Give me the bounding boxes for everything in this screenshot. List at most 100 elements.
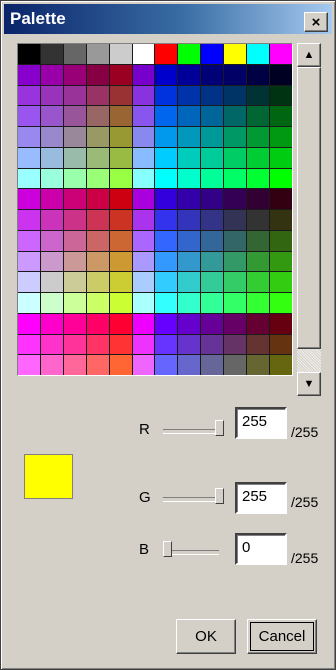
color-swatch[interactable] [132, 334, 155, 355]
color-swatch[interactable] [86, 85, 109, 106]
color-swatch[interactable] [270, 355, 292, 375]
scroll-thumb[interactable] [297, 67, 321, 349]
color-swatch[interactable] [109, 272, 132, 292]
scroll-up-button[interactable]: ▲ [297, 43, 321, 67]
color-swatch[interactable] [86, 230, 109, 251]
color-swatch[interactable] [201, 272, 224, 292]
color-swatch[interactable] [155, 272, 178, 292]
color-swatch[interactable] [247, 44, 270, 64]
color-swatch[interactable] [132, 147, 155, 168]
color-swatch[interactable] [18, 106, 40, 126]
color-swatch[interactable] [18, 293, 40, 313]
color-swatch[interactable] [178, 293, 201, 313]
color-swatch[interactable] [109, 230, 132, 251]
color-swatch[interactable] [132, 106, 155, 126]
color-swatch[interactable] [40, 64, 63, 85]
color-swatch[interactable] [40, 313, 63, 334]
color-swatch[interactable] [63, 127, 86, 147]
color-swatch[interactable] [18, 127, 40, 147]
color-swatch[interactable] [86, 355, 109, 375]
blue-slider-thumb[interactable] [163, 541, 172, 557]
color-swatch[interactable] [178, 44, 201, 64]
color-swatch[interactable] [247, 293, 270, 313]
color-swatch[interactable] [132, 85, 155, 106]
color-swatch[interactable] [18, 168, 40, 189]
color-swatch[interactable] [247, 168, 270, 189]
color-swatch[interactable] [132, 127, 155, 147]
color-swatch[interactable] [270, 313, 292, 334]
color-swatch[interactable] [270, 168, 292, 189]
color-swatch[interactable] [40, 106, 63, 126]
color-swatch[interactable] [178, 168, 201, 189]
color-swatch[interactable] [155, 355, 178, 375]
color-swatch[interactable] [18, 147, 40, 168]
color-swatch[interactable] [155, 147, 178, 168]
color-swatch[interactable] [178, 272, 201, 292]
color-swatch[interactable] [40, 127, 63, 147]
color-swatch[interactable] [224, 147, 247, 168]
color-swatch[interactable] [109, 147, 132, 168]
color-swatch[interactable] [224, 168, 247, 189]
color-swatch[interactable] [178, 251, 201, 272]
color-swatch[interactable] [40, 44, 63, 64]
color-swatch[interactable] [132, 313, 155, 334]
color-swatch[interactable] [201, 293, 224, 313]
blue-value-input[interactable]: 0 [235, 533, 287, 565]
color-swatch[interactable] [155, 64, 178, 85]
color-swatch[interactable] [86, 44, 109, 64]
color-swatch[interactable] [132, 230, 155, 251]
color-swatch[interactable] [178, 313, 201, 334]
color-swatch[interactable] [63, 168, 86, 189]
color-swatch[interactable] [178, 147, 201, 168]
color-swatch[interactable] [155, 210, 178, 230]
color-swatch[interactable] [247, 147, 270, 168]
color-swatch[interactable] [247, 85, 270, 106]
color-swatch[interactable] [18, 230, 40, 251]
color-swatch[interactable] [109, 251, 132, 272]
color-swatch[interactable] [155, 313, 178, 334]
color-swatch[interactable] [201, 251, 224, 272]
color-swatch[interactable] [224, 230, 247, 251]
color-swatch[interactable] [18, 189, 40, 209]
color-swatch[interactable] [18, 313, 40, 334]
color-swatch[interactable] [178, 85, 201, 106]
scroll-down-button[interactable]: ▼ [297, 372, 321, 396]
color-swatch[interactable] [86, 210, 109, 230]
color-swatch[interactable] [155, 106, 178, 126]
red-slider-track[interactable] [163, 429, 219, 434]
color-swatch[interactable] [155, 85, 178, 106]
color-swatch[interactable] [40, 85, 63, 106]
color-swatch[interactable] [247, 334, 270, 355]
color-swatch[interactable] [247, 230, 270, 251]
ok-button[interactable]: OK [176, 619, 236, 654]
color-swatch[interactable] [109, 355, 132, 375]
color-swatch[interactable] [247, 355, 270, 375]
color-swatch[interactable] [63, 189, 86, 209]
color-swatch[interactable] [109, 64, 132, 85]
color-swatch[interactable] [155, 230, 178, 251]
color-swatch[interactable] [247, 272, 270, 292]
color-swatch[interactable] [40, 189, 63, 209]
color-swatch[interactable] [63, 313, 86, 334]
color-swatch[interactable] [109, 127, 132, 147]
color-swatch[interactable] [63, 272, 86, 292]
color-swatch[interactable] [270, 127, 292, 147]
color-swatch[interactable] [247, 313, 270, 334]
color-swatch[interactable] [270, 147, 292, 168]
color-swatch[interactable] [18, 44, 40, 64]
color-swatch[interactable] [86, 293, 109, 313]
color-swatch[interactable] [224, 64, 247, 85]
color-swatch[interactable] [132, 189, 155, 209]
color-swatch[interactable] [109, 106, 132, 126]
color-swatch[interactable] [63, 355, 86, 375]
palette-scrollbar[interactable]: ▲ ▼ [297, 43, 321, 396]
color-swatch[interactable] [201, 127, 224, 147]
color-swatch[interactable] [40, 210, 63, 230]
color-swatch[interactable] [247, 189, 270, 209]
color-swatch[interactable] [63, 251, 86, 272]
color-swatch[interactable] [155, 44, 178, 64]
color-swatch[interactable] [201, 64, 224, 85]
color-swatch[interactable] [178, 64, 201, 85]
color-swatch[interactable] [18, 334, 40, 355]
color-swatch[interactable] [63, 293, 86, 313]
